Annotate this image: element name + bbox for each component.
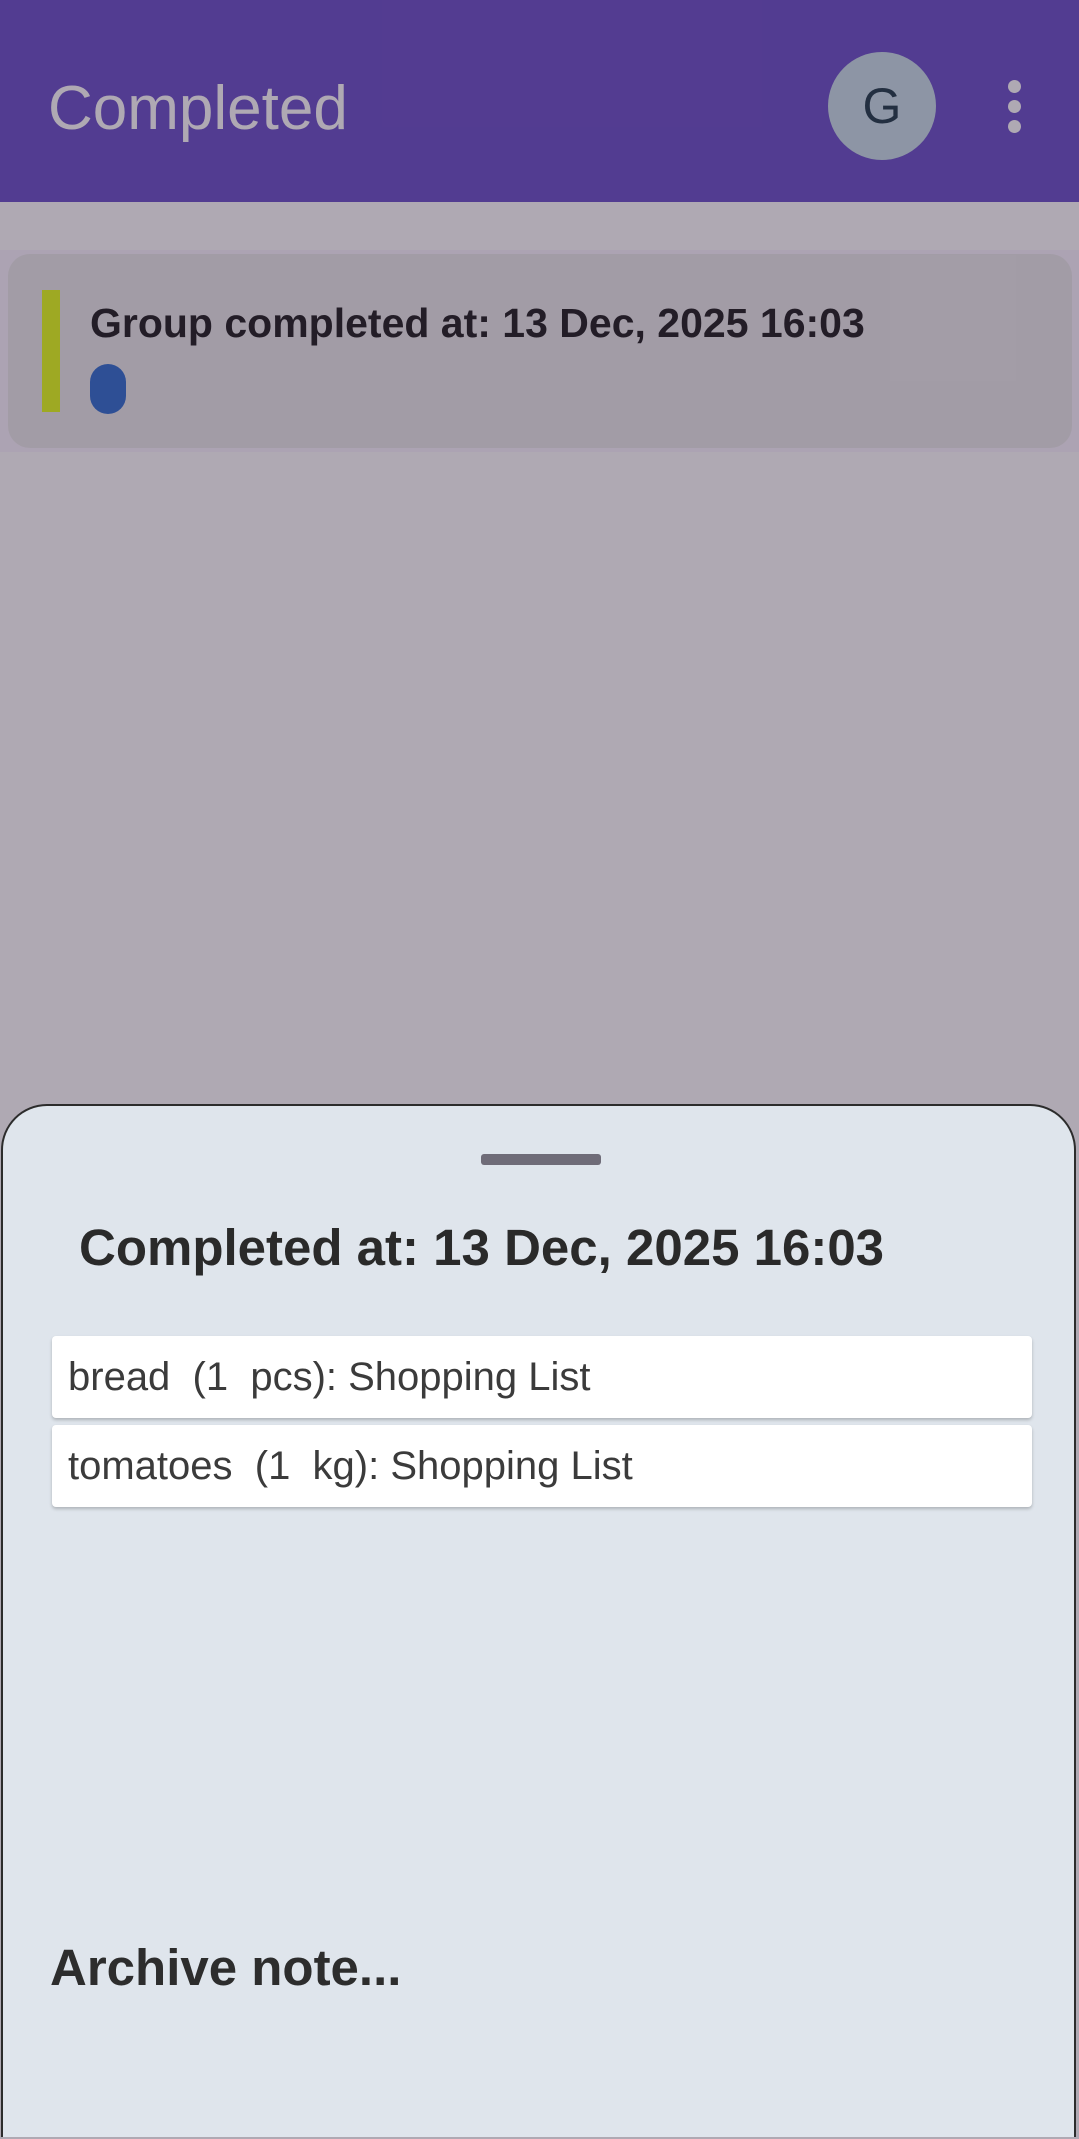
list-item[interactable]: bread (1 pcs): Shopping List [52, 1336, 1032, 1418]
list-item[interactable]: tomatoes (1 kg): Shopping List [52, 1425, 1032, 1507]
drag-handle[interactable] [481, 1154, 601, 1165]
sheet-title: Completed at: 13 Dec, 2025 16:03 [79, 1219, 885, 1276]
archive-note-button[interactable]: Archive note... [50, 1936, 401, 2000]
completed-items-list: bread (1 pcs): Shopping List tomatoes (1… [52, 1336, 1032, 1514]
bottom-sheet: Completed at: 13 Dec, 2025 16:03 bread (… [1, 1104, 1076, 2137]
